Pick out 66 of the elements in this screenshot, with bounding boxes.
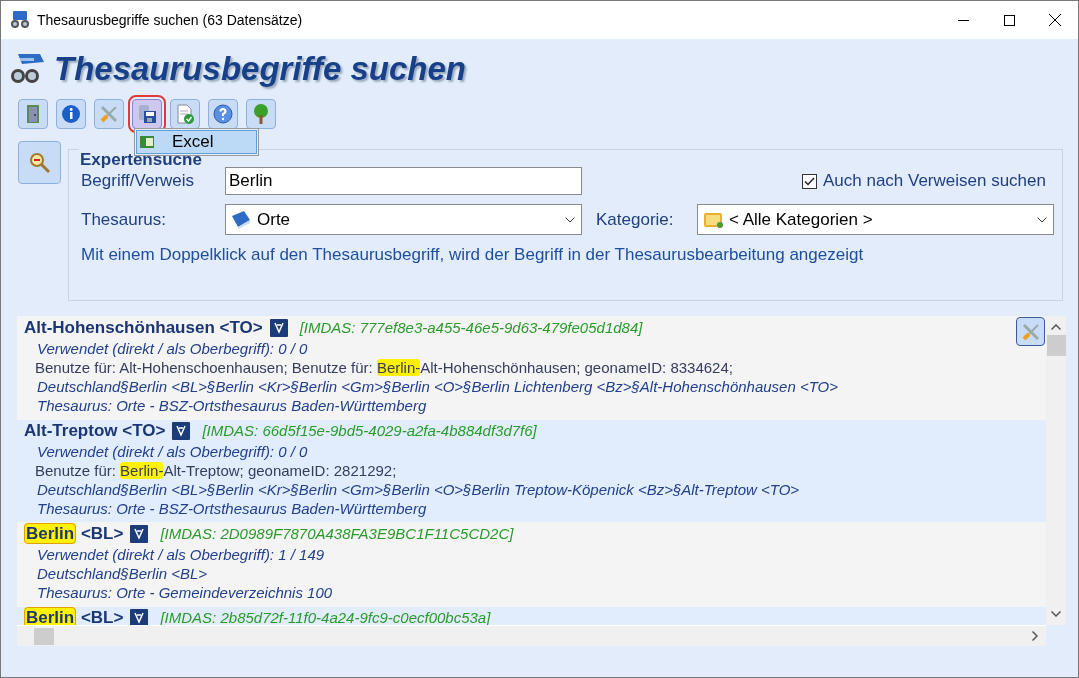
menu-item[interactable]: Excel [136,130,257,154]
checkbox-label: Auch nach Verweisen suchen [822,170,1046,193]
hint-text: Mit einem Doppelklick auf den Thesaurusbegriff, wird der Begriff in der Thesaurusbearbeitung angezeigt [81,244,865,266]
door-icon [24,104,42,124]
chevron-down-icon [565,216,575,223]
scrollbar-thumb[interactable] [1046,335,1066,356]
toolbar-button[interactable] [56,99,86,129]
detail-line: Deutschland§Berlin <BL> [37,564,209,583]
book-icon [230,209,252,230]
toolbar-button[interactable] [170,99,200,129]
help-icon [213,104,233,124]
maximize-icon [1003,14,1015,26]
checkmark-icon [803,176,815,186]
close-icon [1049,14,1061,26]
term-title: Alt-Hohenschönhausen <TO> [24,317,263,340]
info-icon [61,104,81,124]
document-check-icon [175,104,195,124]
detail-line: Thesaurus: Orte - Gemeindeverzeichnis 100 [37,583,334,602]
term-title: Berlin <BL> [24,522,124,547]
imdas-id: [IMDAS: 66d5f15e-9bd5-4029-a2fa-4b884df3d7f6] [202,420,537,441]
term-input-field[interactable]: Berlin [225,167,582,195]
imdas-id: [IMDAS: 2D0989F7870A438FA3E9BC1F11C5CD2C] [160,523,514,544]
spreadsheet-icon [140,136,154,148]
detail-line: Deutschland§Berlin <BL>§Berlin <Kr>§Berlin <Gm>§Berlin <O>§Berlin Treptow-Köpenick <Bz>§Alt-Treptow <TO> [37,480,801,499]
window-title: Thesaurusbegriffe suchen (63 Datensätze) [37,10,303,30]
imdas-id: [IMDAS: 777ef8e3-a455-46e5-9d63-479fe05d1d84] [299,317,643,338]
page-heading: Thesaurusbegriffe suchen [54,49,466,90]
detail-line: Deutschland§Berlin <BL>§Berlin <Kr>§Berlin <Gm>§Berlin <O>§Berlin Lichtenberg <Bz>§Alt-Hohenschönhausen <TO> [37,377,840,396]
thesaurus-term-icon [172,422,191,440]
toolbar-button[interactable] [246,99,276,129]
checkbox[interactable] [801,173,817,189]
save-icon [137,104,157,124]
scrollbar-thumb[interactable] [34,627,54,645]
chevron-down-icon [1037,216,1047,223]
toolbar-button[interactable] [208,99,238,129]
minimize-icon [957,19,969,21]
term-title: Alt-Treptow <TO> [24,420,166,443]
thesaurus-select[interactable]: Orte [225,204,582,235]
detail-line: Verwendet (direkt / als Oberbegriff): 0 / 0 [37,442,309,461]
result-entry[interactable]: Berlin <BL> [IMDAS: 2b85d72f-11f0-4a24-9fc9-c0ecf00bc53a] [17,607,1046,625]
field-label: Kategorie: [596,208,675,231]
detail-line: Thesaurus: Orte - BSZ-Ortsthesaurus Baden-Württemberg [37,396,428,415]
magnifier-icon [28,151,51,174]
binoculars-icon [10,10,30,30]
field-label: Begriff/Verweis [81,170,196,193]
thesaurus-term-icon [130,525,149,543]
tools-icon [1020,321,1041,342]
tools-icon [99,104,119,124]
category-select[interactable]: < Alle Kategorien > [697,204,1054,235]
search-toggle-button[interactable] [18,141,61,184]
detail-line: Verwendet (direkt / als Oberbegriff): 1 / 149 [37,545,326,564]
detail-line: Thesaurus: Orte - BSZ-Ortsthesaurus Baden-Württemberg [37,499,428,518]
field-label: Thesaurus: [81,208,168,231]
scroll-up-icon [1051,324,1061,330]
thesaurus-term-icon [130,609,149,625]
book-binoculars-icon [10,52,46,86]
imdas-id: [IMDAS: 2b85d72f-11f0-4a24-9fc9-c0ecf00bc53a] [160,607,491,625]
thesaurus-term-icon [269,319,288,337]
detail-line: Verwendet (direkt / als Oberbegriff): 0 / 0 [37,339,309,358]
scroll-right-icon [1032,631,1038,641]
tools-button[interactable] [1016,317,1045,346]
horizontal-scrollbar[interactable] [17,625,1046,646]
scroll-down-icon [1051,611,1061,617]
vertical-scrollbar[interactable] [1046,316,1066,625]
tree-icon [251,103,271,125]
result-entry[interactable] [17,420,1046,522]
